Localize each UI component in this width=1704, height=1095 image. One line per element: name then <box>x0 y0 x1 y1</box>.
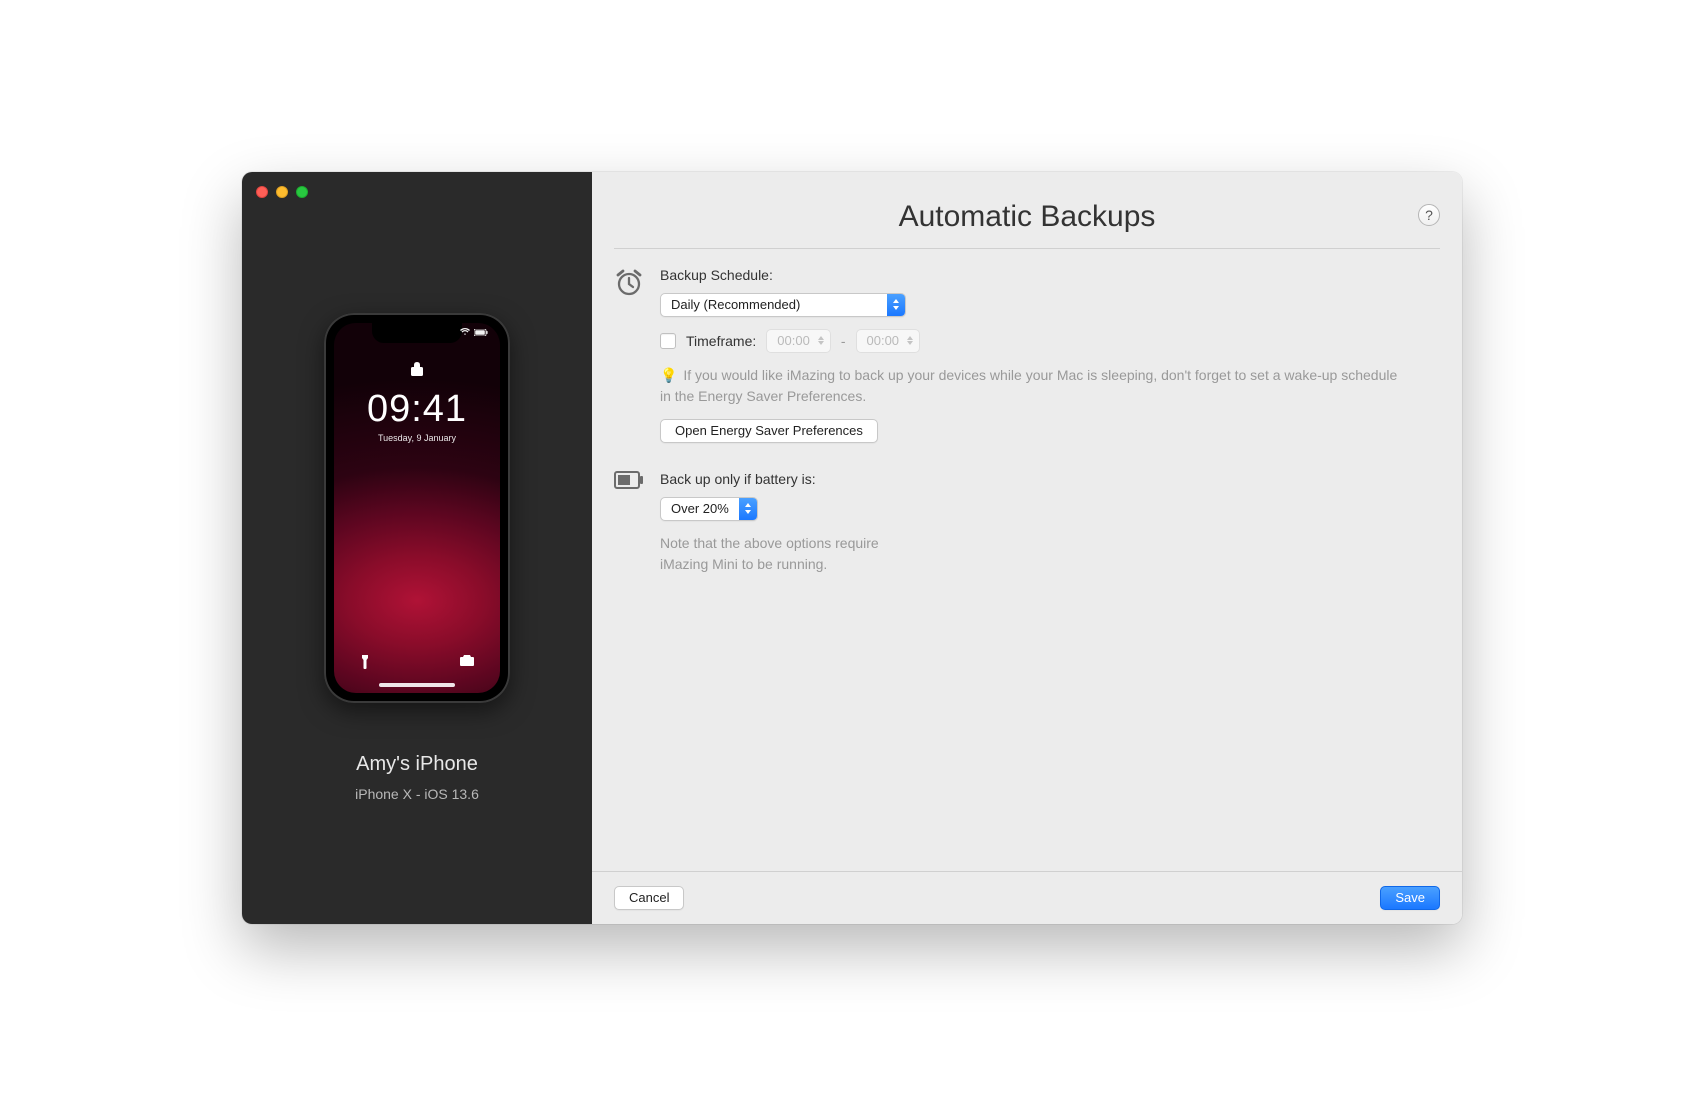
timeframe-label: Timeframe: <box>686 333 756 349</box>
stepper-arrows-icon <box>818 336 824 345</box>
lightbulb-icon: 💡 <box>660 365 677 386</box>
battery-threshold-select[interactable]: Over 20% <box>660 497 758 521</box>
backup-schedule-label: Backup Schedule: <box>660 267 1440 283</box>
main-panel: Automatic Backups ? Backup Schedule: Dai… <box>592 172 1462 924</box>
alarm-clock-icon <box>614 267 644 443</box>
timeframe-from-value: 00:00 <box>777 333 810 348</box>
flashlight-icon <box>360 655 370 669</box>
zoom-window-button[interactable] <box>296 186 308 198</box>
device-model-label: iPhone X - iOS 13.6 <box>355 786 479 802</box>
device-sidebar: 09:41 Tuesday, 9 January Amy's iPhone iP… <box>242 172 592 924</box>
device-preview: 09:41 Tuesday, 9 January <box>324 313 510 703</box>
device-clock: 09:41 <box>367 388 467 431</box>
content-area: Backup Schedule: Daily (Recommended) Tim… <box>592 249 1462 871</box>
camera-icon <box>460 655 474 666</box>
device-date: Tuesday, 9 January <box>378 433 456 443</box>
timeframe-checkbox[interactable] <box>660 333 676 349</box>
wifi-icon <box>460 328 470 336</box>
backup-schedule-value: Daily (Recommended) <box>661 294 887 316</box>
battery-section: Back up only if battery is: Over 20% Not… <box>614 471 1440 587</box>
timeframe-dash: - <box>841 333 846 349</box>
minimize-window-button[interactable] <box>276 186 288 198</box>
footer-bar: Cancel Save <box>592 871 1462 924</box>
select-arrows-icon <box>887 294 905 316</box>
home-indicator <box>379 683 455 687</box>
page-title: Automatic Backups <box>899 200 1156 234</box>
lock-icon <box>411 361 423 382</box>
save-button[interactable]: Save <box>1380 886 1440 910</box>
timeframe-from-stepper[interactable]: 00:00 <box>766 329 831 353</box>
backup-schedule-select[interactable]: Daily (Recommended) <box>660 293 906 317</box>
open-energy-saver-button[interactable]: Open Energy Saver Preferences <box>660 419 878 443</box>
stepper-arrows-icon <box>907 336 913 345</box>
device-screen: 09:41 Tuesday, 9 January <box>334 323 500 693</box>
imazing-mini-note: Note that the above options require iMaz… <box>660 533 920 575</box>
select-arrows-icon <box>739 498 757 520</box>
backup-schedule-section: Backup Schedule: Daily (Recommended) Tim… <box>614 267 1440 443</box>
battery-threshold-value: Over 20% <box>661 498 739 520</box>
timeframe-to-value: 00:00 <box>867 333 900 348</box>
panel-header: Automatic Backups ? <box>592 172 1462 248</box>
preferences-window: 09:41 Tuesday, 9 January Amy's iPhone iP… <box>242 172 1462 924</box>
device-notch <box>372 323 462 343</box>
hint-text: If you would like iMazing to back up you… <box>660 367 1397 404</box>
timeframe-to-stepper[interactable]: 00:00 <box>856 329 921 353</box>
cancel-button[interactable]: Cancel <box>614 886 684 910</box>
battery-status-icon <box>474 329 488 336</box>
device-name-label: Amy's iPhone <box>356 753 478 776</box>
close-window-button[interactable] <box>256 186 268 198</box>
device-status-bar <box>460 328 488 336</box>
lockscreen-shortcuts <box>334 655 500 669</box>
help-button[interactable]: ? <box>1418 204 1440 226</box>
battery-icon <box>614 471 644 587</box>
window-traffic-lights <box>256 186 308 198</box>
battery-condition-label: Back up only if battery is: <box>660 471 1440 487</box>
energy-saver-hint: 💡 If you would like iMazing to back up y… <box>660 365 1400 407</box>
